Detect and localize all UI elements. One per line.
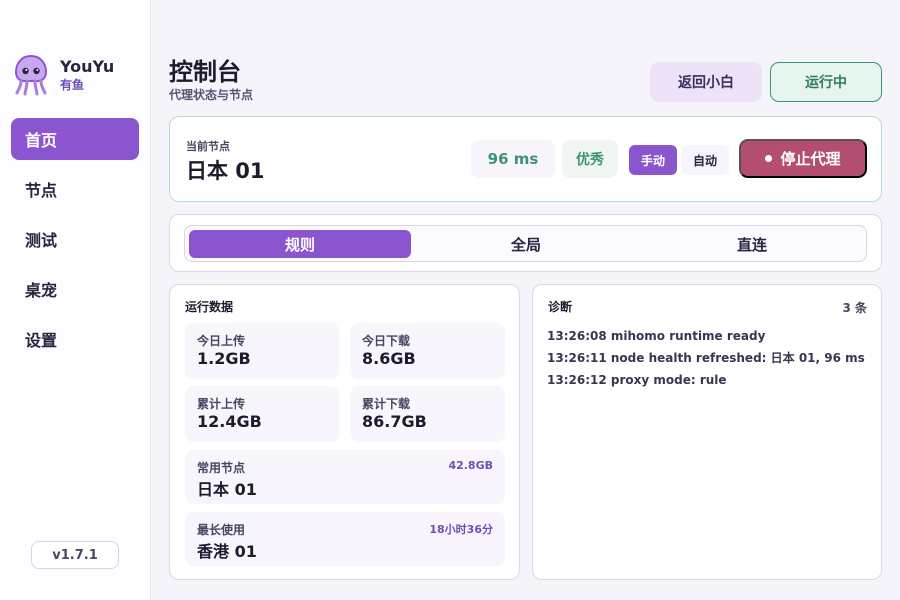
quality-badge: 优秀 <box>562 140 618 178</box>
routing-mode-card: 规则 全局 直连 <box>169 214 882 272</box>
stat-value: 1.2GB <box>197 349 251 368</box>
tab-direct[interactable]: 直连 <box>641 230 863 258</box>
stat-value: 香港 01 <box>197 542 257 561</box>
brand-subtitle: 有鱼 <box>60 78 85 92</box>
brand-name: YouYu <box>60 57 115 76</box>
log-line: 13:26:11 node health refreshed: 日本 01, 9… <box>547 351 865 365</box>
current-node-card: 当前节点 日本 01 96 ms 优秀 手动 自动 停止代理 <box>169 116 882 202</box>
sidebar-item-settings[interactable]: 设置 <box>11 318 139 360</box>
sidebar-item-nodes[interactable]: 节点 <box>11 168 139 210</box>
stat-label: 累计下载 <box>362 397 411 411</box>
stat-frequent-node: 常用节点 42.8GB 日本 01 <box>185 450 505 504</box>
stat-extra: 18小时36分 <box>429 523 493 536</box>
current-node-name: 日本 01 <box>186 159 265 183</box>
latency-badge: 96 ms <box>471 140 555 178</box>
stat-today-upload: 今日上传 1.2GB <box>185 323 339 379</box>
stat-longest-used: 最长使用 18小时36分 香港 01 <box>185 512 505 566</box>
squid-logo-icon <box>14 54 48 96</box>
tab-global[interactable]: 全局 <box>415 230 637 258</box>
stats-title: 运行数据 <box>185 300 234 314</box>
sidebar-item-test[interactable]: 测试 <box>11 218 139 260</box>
stat-value: 12.4GB <box>197 412 262 431</box>
back-to-simple-button[interactable]: 返回小白 <box>650 62 762 102</box>
running-status-button[interactable]: 运行中 <box>770 62 882 102</box>
log-line: 13:26:08 mihomo runtime ready <box>547 329 766 343</box>
current-node-label: 当前节点 <box>186 140 230 153</box>
version-badge: v1.7.1 <box>31 541 119 569</box>
diagnostics-count: 3 条 <box>842 301 867 315</box>
sidebar-item-home[interactable]: 首页 <box>11 118 139 160</box>
stat-extra: 42.8GB <box>448 459 493 472</box>
dot-icon <box>765 155 773 162</box>
stop-proxy-button[interactable]: 停止代理 <box>739 139 867 178</box>
diagnostics-card: 诊断 3 条 13:26:08 mihomo runtime ready 13:… <box>532 284 882 580</box>
mode-manual-button[interactable]: 手动 <box>629 145 677 175</box>
stat-label: 今日下载 <box>362 334 411 348</box>
log-list: 13:26:08 mihomo runtime ready 13:26:11 n… <box>547 325 871 391</box>
diagnostics-title: 诊断 <box>548 300 573 314</box>
stat-label: 最长使用 <box>197 523 246 537</box>
sidebar: YouYu 有鱼 首页 节点 测试 桌宠 设置 v1.7.1 <box>0 0 151 600</box>
log-line: 13:26:12 proxy mode: rule <box>547 373 727 387</box>
stat-value: 日本 01 <box>197 480 257 499</box>
sidebar-item-desktop-pet[interactable]: 桌宠 <box>11 268 139 310</box>
brand: YouYu 有鱼 <box>12 54 114 96</box>
stat-label: 今日上传 <box>197 334 246 348</box>
sidebar-nav: 首页 节点 测试 桌宠 设置 <box>11 118 139 368</box>
stat-value: 86.7GB <box>362 412 427 431</box>
stat-label: 常用节点 <box>197 461 246 475</box>
tab-rule[interactable]: 规则 <box>189 230 411 258</box>
stat-label: 累计上传 <box>197 397 246 411</box>
page-subtitle: 代理状态与节点 <box>169 88 254 102</box>
page-title: 控制台 <box>169 58 241 86</box>
stat-total-download: 累计下载 86.7GB <box>350 386 505 442</box>
mode-auto-button[interactable]: 自动 <box>681 145 729 175</box>
stat-total-upload: 累计上传 12.4GB <box>185 386 339 442</box>
stats-card: 运行数据 今日上传 1.2GB 今日下载 8.6GB 累计上传 12.4GB 累… <box>169 284 520 580</box>
stat-today-download: 今日下载 8.6GB <box>350 323 505 379</box>
stop-proxy-label: 停止代理 <box>780 151 841 168</box>
stat-value: 8.6GB <box>362 349 416 368</box>
routing-tabs: 规则 全局 直连 <box>184 225 867 262</box>
